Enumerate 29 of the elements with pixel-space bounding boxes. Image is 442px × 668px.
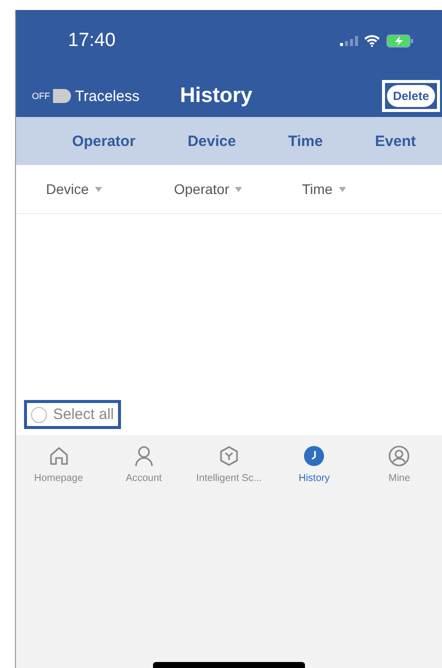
page-title: History — [180, 84, 254, 108]
battery-charging-icon — [386, 34, 414, 48]
signal-icon — [340, 36, 358, 46]
select-all-checkbox[interactable]: Select all — [24, 400, 121, 429]
nav-item[interactable]: History — [272, 445, 356, 484]
caret-down-icon — [235, 186, 242, 192]
traceless-label: Traceless — [75, 88, 140, 104]
nav-item[interactable]: Intelligent Sc... — [186, 445, 271, 484]
clock-icon — [303, 445, 326, 467]
nav-item[interactable]: Mine — [357, 445, 442, 484]
nav-item[interactable]: Account — [102, 445, 186, 484]
caret-down-icon — [338, 186, 346, 192]
hexagon-icon — [218, 445, 240, 467]
filter-dropdown[interactable]: Time — [302, 181, 430, 197]
delete-button[interactable]: Delete — [386, 85, 435, 107]
column-tab[interactable]: Operator — [72, 132, 136, 150]
nav-item[interactable]: Homepage — [16, 445, 101, 484]
wifi-icon — [364, 35, 380, 47]
status-time: 17:40 — [68, 30, 116, 52]
column-tab[interactable]: Device — [188, 132, 236, 150]
home-icon — [48, 445, 70, 467]
person-icon — [132, 445, 155, 467]
traceless-toggle[interactable]: OFF — [32, 89, 71, 103]
column-tab[interactable]: Event — [375, 132, 416, 150]
filter-dropdown[interactable]: Device — [46, 181, 174, 197]
caret-down-icon — [94, 186, 102, 192]
profile-icon — [388, 445, 410, 467]
column-tab[interactable]: Time — [288, 132, 323, 150]
filter-dropdown[interactable]: Operator — [174, 181, 302, 197]
